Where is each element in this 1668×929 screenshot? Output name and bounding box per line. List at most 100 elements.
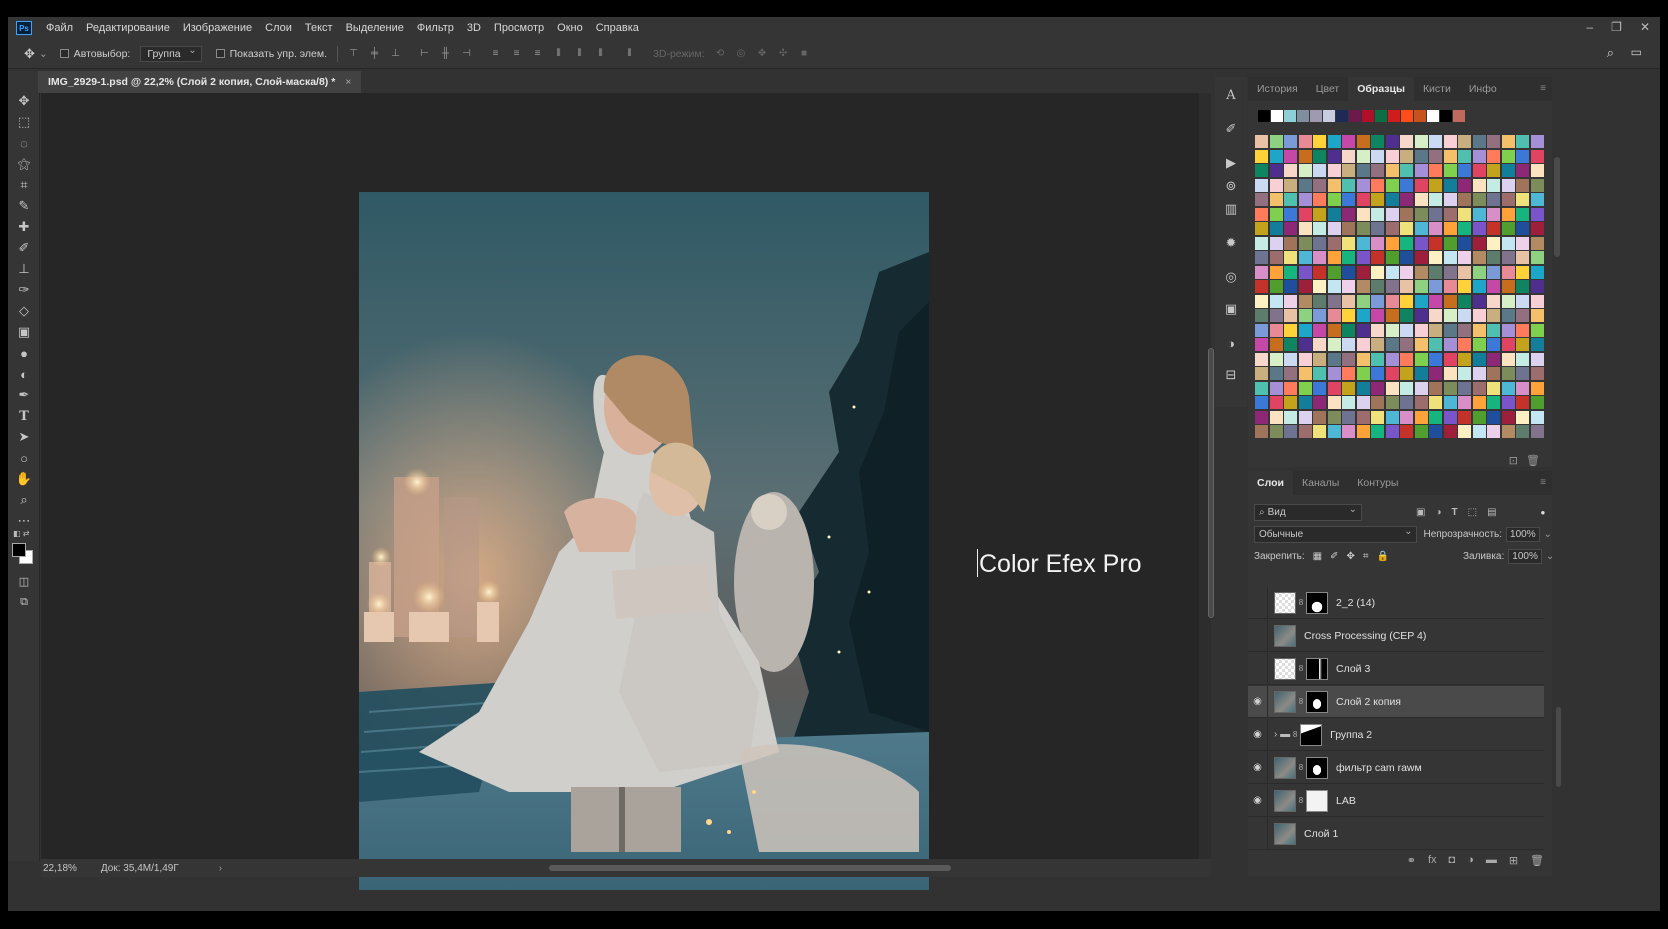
color-swatch[interactable]	[1342, 193, 1355, 206]
color-swatch[interactable]	[1298, 164, 1312, 177]
color-swatch[interactable]	[1255, 222, 1268, 235]
mask-link-icon[interactable]: 8	[1297, 697, 1305, 706]
quick-mask-icon[interactable]: ◫	[8, 571, 40, 591]
color-swatch[interactable]	[1356, 352, 1370, 366]
move-tool-icon[interactable]: ✥	[8, 91, 40, 111]
color-swatch[interactable]	[1443, 323, 1457, 337]
close-tab-button[interactable]: ×	[345, 76, 351, 88]
color-swatch[interactable]	[1487, 164, 1500, 177]
color-swatch[interactable]	[1487, 222, 1500, 235]
color-swatch[interactable]	[1400, 425, 1413, 438]
distribute-top-icon[interactable]: ≡	[490, 48, 501, 59]
color-swatch[interactable]	[1371, 236, 1384, 250]
color-swatch[interactable]	[1501, 396, 1515, 409]
mask-link-icon[interactable]: 8	[1297, 796, 1305, 805]
scroll-thumb[interactable]	[1208, 348, 1214, 618]
color-swatch[interactable]	[1342, 396, 1355, 409]
layer-name[interactable]: LAB	[1336, 795, 1356, 807]
color-swatch[interactable]	[1356, 164, 1370, 177]
color-swatch[interactable]	[1458, 207, 1471, 221]
menu-file[interactable]: Файл	[46, 22, 73, 34]
color-swatch[interactable]	[1284, 164, 1297, 177]
menu-view[interactable]: Просмотр	[494, 22, 544, 34]
delete-swatch-icon[interactable]: 🗑	[1526, 454, 1540, 467]
color-swatch[interactable]	[1530, 135, 1544, 148]
distribute-hcenter-icon[interactable]: ⦀	[574, 48, 585, 59]
color-swatch[interactable]	[1371, 425, 1384, 438]
color-swatch[interactable]	[1327, 425, 1341, 438]
color-swatch[interactable]	[1298, 251, 1312, 264]
color-swatch[interactable]	[1327, 381, 1341, 395]
color-swatch[interactable]	[1429, 410, 1442, 424]
marquee-tool-icon[interactable]: ⬚	[8, 112, 40, 132]
color-swatch[interactable]	[1255, 309, 1268, 322]
color-swatch[interactable]	[1385, 193, 1399, 206]
color-swatch[interactable]	[1269, 149, 1283, 163]
visibility-eye-icon[interactable]: ◉	[1248, 685, 1268, 718]
color-swatch[interactable]	[1269, 410, 1283, 424]
color-swatch[interactable]	[1501, 425, 1515, 438]
color-swatch[interactable]	[1255, 294, 1268, 308]
layer-row[interactable]: Cross Processing (CEP 4)	[1248, 619, 1544, 652]
color-swatch[interactable]	[1414, 265, 1428, 279]
color-swatch[interactable]	[1414, 367, 1428, 380]
color-swatch[interactable]	[1443, 178, 1457, 192]
default-colors-icon[interactable]: ◧ ⇄	[13, 529, 29, 538]
color-swatch[interactable]	[1400, 396, 1413, 409]
auto-align-icon[interactable]: ⫴	[624, 48, 635, 59]
color-swatch[interactable]	[1284, 135, 1297, 148]
color-swatch[interactable]	[1458, 309, 1471, 322]
tab-layers[interactable]: Слои	[1248, 471, 1293, 495]
color-swatch[interactable]	[1298, 323, 1312, 337]
color-swatch[interactable]	[1284, 323, 1297, 337]
color-swatch[interactable]	[1269, 236, 1283, 250]
color-swatch[interactable]	[1298, 396, 1312, 409]
visibility-eye-icon[interactable]: ◉	[1248, 784, 1268, 817]
color-swatch[interactable]	[1371, 265, 1384, 279]
color-swatch[interactable]	[1472, 265, 1486, 279]
color-swatch[interactable]	[1429, 381, 1442, 395]
opacity-input[interactable]: 100%	[1506, 526, 1540, 542]
color-swatch[interactable]	[1487, 352, 1500, 366]
color-swatch[interactable]	[1342, 222, 1355, 235]
layer-row[interactable]: 8 Слой 3	[1248, 652, 1544, 685]
recent-swatch[interactable]	[1427, 110, 1439, 122]
color-swatch[interactable]	[1530, 352, 1544, 366]
align-bottom-icon[interactable]: ⊥	[390, 48, 401, 59]
color-swatch[interactable]	[1472, 149, 1486, 163]
color-swatch[interactable]	[1327, 352, 1341, 366]
tab-brushes[interactable]: Кисти	[1414, 77, 1460, 101]
color-swatch[interactable]	[1371, 352, 1384, 366]
foreground-color-swatch[interactable]	[12, 543, 26, 557]
color-swatch[interactable]	[1356, 207, 1370, 221]
color-swatch[interactable]	[1356, 425, 1370, 438]
layer-name[interactable]: фильтр cam rawм	[1336, 762, 1422, 774]
color-swatch[interactable]	[1414, 164, 1428, 177]
color-swatch[interactable]	[1327, 323, 1341, 337]
color-swatch[interactable]	[1255, 338, 1268, 351]
recent-swatch[interactable]	[1388, 110, 1400, 122]
color-swatch[interactable]	[1269, 222, 1283, 235]
color-swatch[interactable]	[1516, 367, 1529, 380]
visibility-eye-icon[interactable]: ◉	[1248, 751, 1268, 784]
color-swatch[interactable]	[1298, 410, 1312, 424]
layer-thumbnail[interactable]	[1274, 789, 1296, 812]
lock-all-icon[interactable]: 🔒	[1377, 551, 1389, 562]
align-vcenter-icon[interactable]: ╪	[369, 48, 380, 59]
color-swatch[interactable]	[1269, 178, 1283, 192]
3d-rotate-icon[interactable]: ⟲	[715, 48, 726, 59]
color-swatch[interactable]	[1429, 135, 1442, 148]
color-swatch[interactable]	[1327, 410, 1341, 424]
layer-thumbnail[interactable]	[1274, 657, 1296, 680]
color-swatch[interactable]	[1458, 352, 1471, 366]
color-swatch[interactable]	[1530, 251, 1544, 264]
filter-smart-object-icon[interactable]: ▤	[1487, 507, 1496, 518]
color-swatch[interactable]	[1342, 294, 1355, 308]
color-swatch[interactable]	[1487, 193, 1500, 206]
menu-type[interactable]: Текст	[305, 22, 333, 34]
color-swatch[interactable]	[1356, 294, 1370, 308]
color-swatch[interactable]	[1443, 251, 1457, 264]
group-folder-icon[interactable]: › ▬	[1274, 729, 1290, 740]
color-swatch[interactable]	[1255, 178, 1268, 192]
gradient-tool-icon[interactable]: ▣	[8, 322, 40, 342]
